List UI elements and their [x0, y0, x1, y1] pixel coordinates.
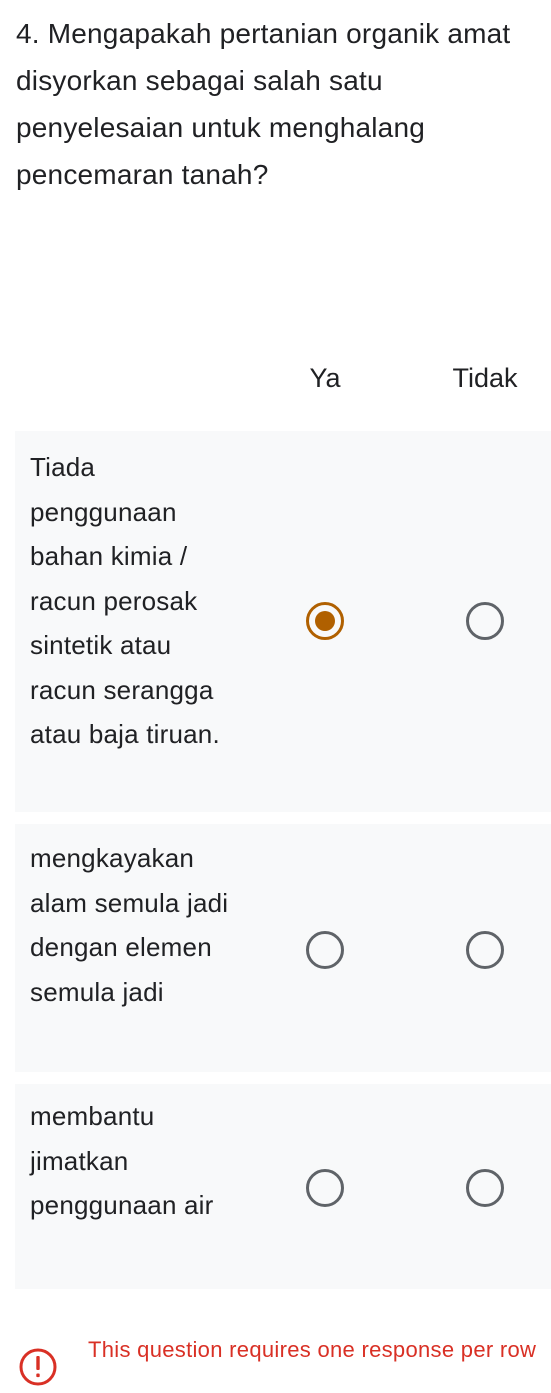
row-label: Tiada penggunaan bahan kimia / racun per… — [30, 452, 220, 749]
radio-row2-tidak[interactable] — [466, 931, 504, 969]
question-title: 4. Mengapakah pertanian organik amat dis… — [16, 18, 511, 190]
grid-row-2: mengkayakan alam semula jadi dengan elem… — [15, 824, 551, 1072]
radio-selected-dot — [315, 611, 335, 631]
error-icon — [18, 1347, 58, 1387]
radio-row3-tidak[interactable] — [466, 1169, 504, 1207]
grid-row-3: membantu jimatkan penggunaan air — [15, 1084, 551, 1289]
row-label: membantu jimatkan penggunaan air — [30, 1101, 214, 1220]
grid-row-1: Tiada penggunaan bahan kimia / racun per… — [15, 431, 551, 812]
radio-row2-ya[interactable] — [306, 931, 344, 969]
validation-message: This question requires one response per … — [88, 1337, 537, 1362]
radio-row3-ya[interactable] — [306, 1169, 344, 1207]
column-headers: Ya Tidak — [0, 358, 551, 398]
radio-row1-tidak[interactable] — [466, 602, 504, 640]
column-header-ya: Ya — [309, 363, 341, 393]
column-header-tidak: Tidak — [452, 363, 518, 393]
radio-row1-ya[interactable] — [306, 602, 344, 640]
validation-error: This question requires one response per … — [18, 1333, 548, 1393]
row-label: mengkayakan alam semula jadi dengan elem… — [30, 843, 229, 1007]
